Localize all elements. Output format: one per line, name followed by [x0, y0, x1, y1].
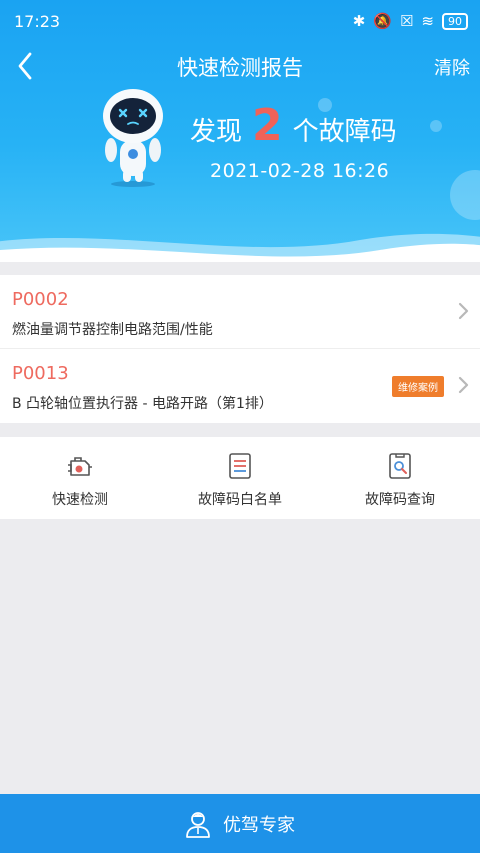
status-bar: 17:23 ✱ 🔕 ☒ ≋ 90	[0, 0, 480, 44]
status-time: 17:23	[14, 12, 61, 31]
list-document-icon	[229, 453, 251, 479]
fault-code: P0013	[12, 363, 69, 384]
status-icons: ✱ 🔕 ☒ ≋ 90	[353, 12, 468, 30]
report-datetime: 2021-02-28 16:26	[210, 160, 390, 182]
tool-label: 快速检测	[52, 492, 108, 508]
tool-label: 故障码查询	[365, 492, 435, 508]
fault-count-summary: 发现 2 个故障码	[190, 100, 397, 151]
clear-button[interactable]: 清除	[434, 54, 470, 80]
expert-bar-label: 优驾专家	[223, 814, 295, 836]
search-document-icon	[389, 453, 411, 479]
repair-case-badge[interactable]: 维修案例	[392, 376, 444, 397]
battery-icon: 90	[442, 12, 468, 30]
tool-bar: 快速检测 故障码白名单 故障码查询	[0, 437, 480, 519]
no-sim-icon: ☒	[399, 12, 414, 30]
engine-icon	[68, 457, 92, 476]
fault-code-row[interactable]: P0002 燃油量调节器控制电路范围/性能	[0, 275, 480, 349]
fault-code-row[interactable]: P0013 B 凸轮轴位置执行器 - 电路开路（第1排） 维修案例	[0, 349, 480, 423]
quick-test-button[interactable]: 快速检测	[0, 437, 160, 519]
mute-icon: 🔕	[373, 12, 392, 30]
robot-mascot-icon	[103, 89, 163, 187]
found-prefix: 发现	[190, 117, 243, 147]
fault-code-list: P0002 燃油量调节器控制电路范围/性能 P0013 B 凸轮轴位置执行器 -…	[0, 275, 480, 423]
code-lookup-button[interactable]: 故障码查询	[320, 437, 480, 519]
decor-bubble	[450, 170, 480, 220]
chevron-right-icon	[458, 302, 469, 320]
whitelist-button[interactable]: 故障码白名单	[160, 437, 320, 519]
page-title: 快速检测报告	[177, 56, 303, 80]
decor-bubble	[430, 120, 442, 132]
fault-count: 2	[252, 100, 283, 151]
chevron-right-icon	[458, 376, 469, 394]
wifi-icon: ≋	[421, 12, 434, 30]
expert-avatar-icon	[186, 811, 210, 838]
fault-description: 燃油量调节器控制电路范围/性能	[12, 322, 213, 338]
wave-decoration	[0, 233, 480, 262]
tool-label: 故障码白名单	[198, 492, 282, 508]
expert-bar-button[interactable]: 优驾专家	[0, 794, 480, 853]
report-header: 17:23 ✱ 🔕 ☒ ≋ 90 快速检测报告 清除 发现 2 个故障码 202…	[0, 0, 480, 262]
bluetooth-icon: ✱	[352, 12, 366, 30]
fault-code: P0002	[12, 289, 69, 310]
found-suffix: 个故障码	[292, 117, 397, 147]
fault-description: B 凸轮轴位置执行器 - 电路开路（第1排）	[12, 396, 273, 412]
